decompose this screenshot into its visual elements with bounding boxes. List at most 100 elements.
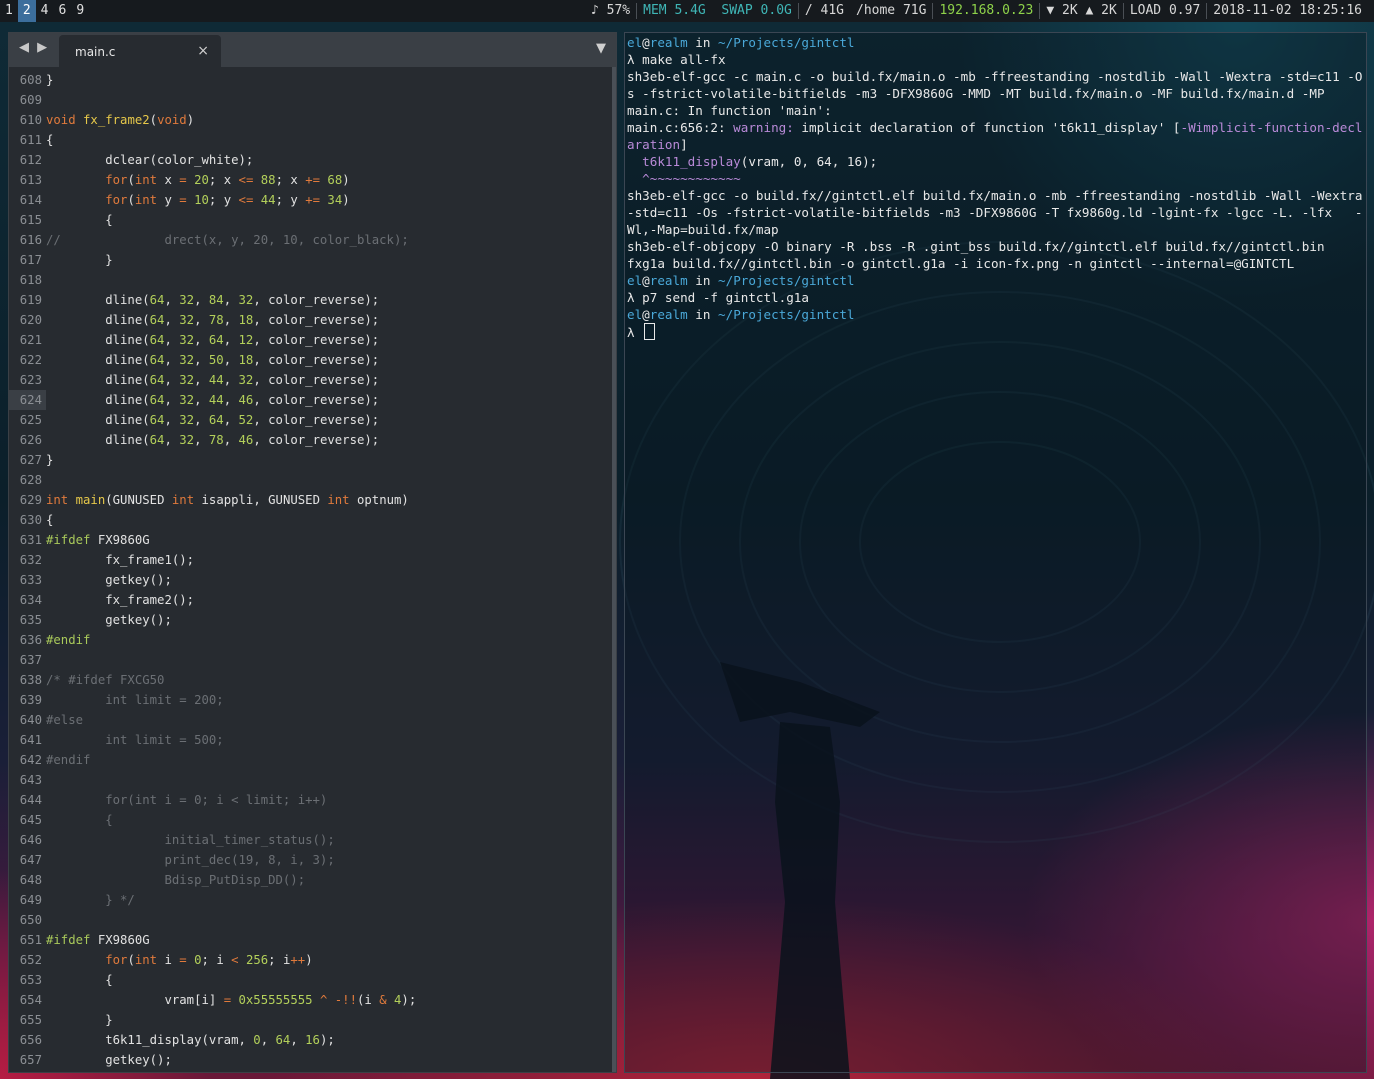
code-token: 12 bbox=[238, 333, 254, 347]
code-line[interactable]: 644 for(int i = 0; i < limit; i++) bbox=[9, 790, 614, 810]
editor-scrollbar[interactable] bbox=[612, 67, 616, 1072]
line-number: 621 bbox=[19, 333, 42, 347]
volume-indicator[interactable]: ♪ 57% bbox=[585, 0, 636, 22]
code-line[interactable]: 656 t6k11_display(vram, 0, 64, 16); bbox=[9, 1030, 614, 1050]
line-number: 619 bbox=[19, 293, 42, 307]
code-token: , color_reverse); bbox=[253, 353, 380, 367]
code-line[interactable]: 617 } bbox=[9, 250, 614, 270]
code-line[interactable]: 648 Bdisp_PutDisp_DD(); bbox=[9, 870, 614, 890]
code-line[interactable]: 628 bbox=[9, 470, 614, 490]
close-icon[interactable]: × bbox=[197, 43, 209, 59]
code-line[interactable]: 636 #endif bbox=[9, 630, 614, 650]
tab-main-c[interactable]: main.c × bbox=[59, 35, 221, 67]
terminal-window[interactable]: el@realm in ~/Projects/gintctl λ make all… bbox=[624, 32, 1367, 1073]
chevron-down-icon[interactable]: ▼ bbox=[596, 41, 606, 56]
code-line[interactable]: 609 bbox=[9, 90, 614, 110]
code-line[interactable]: 645 { bbox=[9, 810, 614, 830]
code-line[interactable]: 650 bbox=[9, 910, 614, 930]
code-line[interactable]: 612 dclear(color_white); bbox=[9, 150, 614, 170]
workspace-9[interactable]: 9 bbox=[71, 0, 89, 22]
code-token: , bbox=[223, 413, 239, 427]
code-token: { bbox=[46, 213, 113, 227]
code-line[interactable]: 629 int main(GUNUSED int isappli, GUNUSED… bbox=[9, 490, 614, 510]
code-line[interactable]: 652 for(int i = 0; i < 256; i++) bbox=[9, 950, 614, 970]
code-line[interactable]: 627} bbox=[9, 450, 614, 470]
code-token: ); bbox=[401, 993, 417, 1007]
workspace-1[interactable]: 1 bbox=[0, 0, 18, 22]
terminal-text: realm bbox=[649, 35, 688, 50]
code-token: 10 bbox=[194, 193, 209, 207]
code-line[interactable]: 610 void fx_frame2(void) bbox=[9, 110, 614, 130]
code-line[interactable]: 608} bbox=[9, 70, 614, 90]
code-token: ( bbox=[127, 953, 135, 967]
code-line[interactable]: 634 fx_frame2(); bbox=[9, 590, 614, 610]
workspace-6[interactable]: 6 bbox=[53, 0, 71, 22]
code-line[interactable]: 637 bbox=[9, 650, 614, 670]
line-number: 640 bbox=[19, 713, 42, 727]
tab-nav-arrows-icon[interactable]: ◀ ▶ bbox=[19, 40, 49, 55]
code-line[interactable]: 626 dline(64, 32, 78, 46, color_reverse)… bbox=[9, 430, 614, 450]
code-line[interactable]: 642 #endif bbox=[9, 750, 614, 770]
code-line[interactable]: 635 getkey(); bbox=[9, 610, 614, 630]
code-line[interactable]: 657 getkey(); bbox=[9, 1050, 614, 1070]
terminal-line: ^~~~~~~~~~~~~ bbox=[627, 170, 1365, 187]
line-number: 652 bbox=[19, 953, 42, 967]
line-number: 633 bbox=[19, 573, 42, 587]
code-token: for bbox=[105, 193, 128, 207]
line-number: 642 bbox=[19, 753, 42, 767]
code-token: 34 bbox=[327, 193, 343, 207]
line-number: 632 bbox=[19, 553, 42, 567]
scrollbar-thumb[interactable] bbox=[612, 67, 616, 1072]
workspace-2[interactable]: 2 bbox=[17, 0, 36, 22]
code-line[interactable]: 622 dline(64, 32, 50, 18, color_reverse)… bbox=[9, 350, 614, 370]
code-line[interactable]: 615 { bbox=[9, 210, 614, 230]
mem-label: MEM bbox=[643, 3, 667, 18]
code-line[interactable]: 632 fx_frame1(); bbox=[9, 550, 614, 570]
code-line[interactable]: 649 } */ bbox=[9, 890, 614, 910]
code-token: & bbox=[379, 993, 387, 1007]
terminal-text: (vram, 0, 64, 16); bbox=[740, 154, 878, 169]
code-line[interactable]: 613 for(int x = 20; x <= 88; x += 68) bbox=[9, 170, 614, 190]
code-line[interactable]: 641 int limit = 500; bbox=[9, 730, 614, 750]
code-token: int limit = 500; bbox=[46, 733, 224, 747]
code-line[interactable]: 633 getkey(); bbox=[9, 570, 614, 590]
line-number: 650 bbox=[19, 913, 42, 927]
code-token: , color_reverse); bbox=[253, 313, 380, 327]
code-line[interactable]: 631 #ifdef FX9860G bbox=[9, 530, 614, 550]
code-line[interactable]: 619 dline(64, 32, 84, 32, color_reverse)… bbox=[9, 290, 614, 310]
code-line[interactable]: 638 /* #ifdef FXCG50 bbox=[9, 670, 614, 690]
code-token: for(int i = 0; i < limit; i++) bbox=[46, 793, 328, 807]
code-line[interactable]: 655 } bbox=[9, 1010, 614, 1030]
code-line[interactable]: 654 vram[i] = 0x55555555 ^ -!!(i & 4); bbox=[9, 990, 614, 1010]
code-line[interactable]: 630 { bbox=[9, 510, 614, 530]
code-token: = bbox=[179, 193, 187, 207]
code-line[interactable]: 618 bbox=[9, 270, 614, 290]
code-line[interactable]: 643 bbox=[9, 770, 614, 790]
line-number: 635 bbox=[19, 613, 42, 627]
code-line[interactable]: 621 dline(64, 32, 64, 12, color_reverse)… bbox=[9, 330, 614, 350]
code-line[interactable]: 651 #ifdef FX9860G bbox=[9, 930, 614, 950]
line-number: 643 bbox=[19, 773, 42, 787]
code-token: int limit = 200; bbox=[46, 693, 224, 707]
code-line[interactable]: 616 // drect(x, y, 20, 10, color_black); bbox=[9, 230, 614, 250]
code-token: { bbox=[46, 813, 113, 827]
code-line[interactable]: 646 initial_timer_status(); bbox=[9, 830, 614, 850]
code-line[interactable]: 625 dline(64, 32, 64, 52, color_reverse)… bbox=[9, 410, 614, 430]
code-line[interactable]: 653 { bbox=[9, 970, 614, 990]
code-area[interactable]: 608} 609 610 void fx_frame2(void) 611{612 dc… bbox=[9, 70, 614, 1070]
line-number: 616 bbox=[19, 233, 42, 247]
terminal-line: el@realm in ~/Projects/gintctl bbox=[627, 34, 1365, 51]
code-line[interactable]: 640 #else bbox=[9, 710, 614, 730]
terminal-text: el bbox=[627, 273, 643, 288]
code-line[interactable]: 639 int limit = 200; bbox=[9, 690, 614, 710]
code-line[interactable]: 611 { bbox=[9, 130, 614, 150]
code-line[interactable]: 623 dline(64, 32, 44, 32, color_reverse)… bbox=[9, 370, 614, 390]
code-token: int bbox=[327, 493, 350, 507]
line-number: 634 bbox=[19, 593, 42, 607]
code-line[interactable]: 614 for(int y = 10; y <= 44; y += 34) bbox=[9, 190, 614, 210]
code-line[interactable]: 624 dline(64, 32, 44, 46, color_reverse)… bbox=[9, 390, 614, 410]
code-line[interactable]: 620 dline(64, 32, 78, 18, color_reverse)… bbox=[9, 310, 614, 330]
workspace-4[interactable]: 4 bbox=[36, 0, 54, 22]
code-token: < bbox=[231, 953, 239, 967]
code-line[interactable]: 647 print_dec(19, 8, i, 3); bbox=[9, 850, 614, 870]
